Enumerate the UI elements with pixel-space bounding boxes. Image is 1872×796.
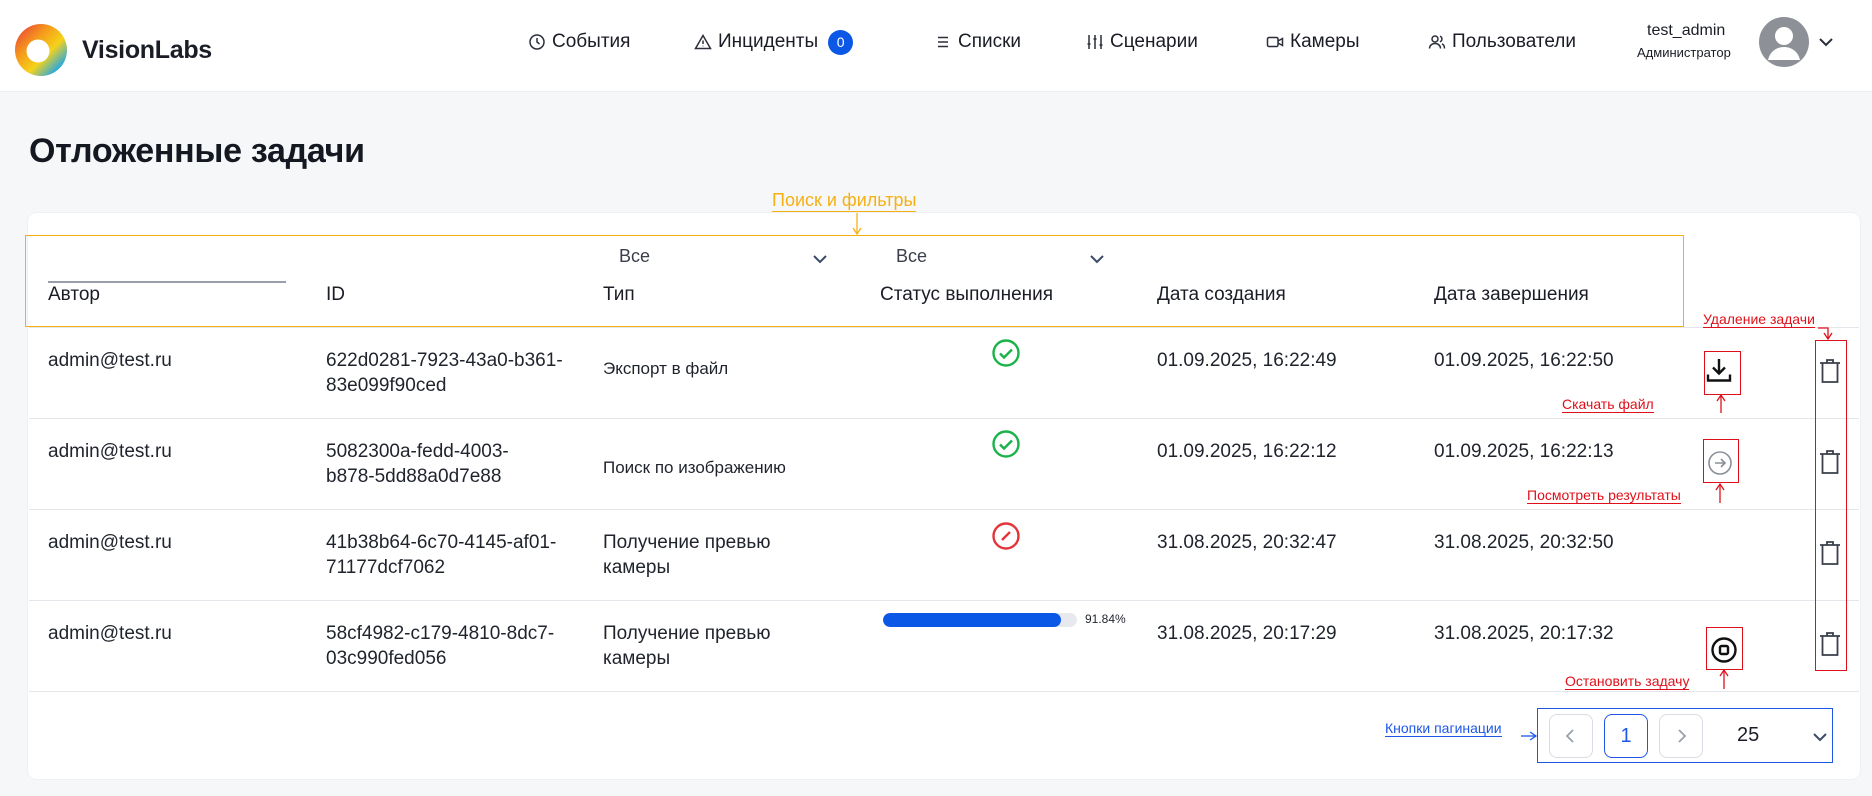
created-cell: 01.09.2025, 16:22:12: [1157, 441, 1337, 462]
finished-cell: 01.09.2025, 16:22:13: [1434, 441, 1614, 462]
clock-icon: [529, 34, 545, 50]
row-divider: [29, 691, 1859, 692]
created-cell: 31.08.2025, 20:32:47: [1157, 532, 1337, 553]
nav-cameras[interactable]: Камеры: [1266, 30, 1360, 54]
visionlabs-logo[interactable]: [14, 23, 68, 77]
top-bar: VisionLabs События Инциденты 0 Списки Сц…: [0, 0, 1872, 92]
user-name[interactable]: test_admin: [1647, 22, 1725, 40]
nav-users[interactable]: Пользователи: [1428, 30, 1576, 54]
nav-scenarios-label: Сценарии: [1110, 31, 1198, 52]
id-cell-line2: b878-5dd88a0d7e88: [326, 466, 502, 487]
list-icon: [938, 36, 948, 48]
nav-events-label: События: [552, 31, 631, 52]
type-cell: Экспорт в файл: [603, 359, 729, 378]
created-cell: 31.08.2025, 20:17:29: [1157, 623, 1337, 644]
sliders-icon: [1087, 35, 1103, 49]
author-cell: admin@test.ru: [48, 532, 172, 553]
nav-events[interactable]: События: [528, 30, 630, 54]
type-cell-line2: камеры: [603, 648, 671, 669]
id-cell-line1: 5082300a-fedd-4003-: [326, 441, 509, 462]
download-annotation-box: [1704, 351, 1741, 395]
users-icon: [1428, 35, 1446, 49]
type-cell-line1: Получение превью: [603, 623, 771, 644]
delete-annotation-box: [1815, 340, 1847, 671]
video-icon: [1266, 36, 1284, 48]
chevron-down-icon[interactable]: [1817, 33, 1835, 51]
filters-annotation-box: [25, 235, 1684, 327]
nav-lists-label: Списки: [958, 31, 1022, 52]
id-cell-line1: 41b38b64-6c70-4145-af01-: [326, 532, 557, 553]
type-cell: Поиск по изображению: [603, 458, 786, 477]
author-cell: admin@test.ru: [48, 623, 172, 644]
stop-annotation-box: [1706, 627, 1743, 670]
author-cell: admin@test.ru: [48, 441, 172, 462]
download-annotation-label: Скачать файл: [1562, 396, 1654, 413]
id-cell-line2: 83e099f90ced: [326, 375, 447, 396]
page-title: Отложенные задачи: [29, 132, 365, 170]
success-check-icon: [992, 430, 1020, 458]
row-divider: [29, 509, 1859, 510]
created-cell: 01.09.2025, 16:22:49: [1157, 350, 1337, 371]
nav-cameras-label: Камеры: [1290, 31, 1360, 52]
header-divider: [29, 327, 1859, 328]
type-cell-line2: камеры: [603, 557, 671, 578]
type-cell-line1: Получение превью: [603, 532, 771, 553]
id-cell-line2: 71177dcf7062: [326, 557, 446, 578]
author-cell: admin@test.ru: [48, 350, 172, 371]
finished-cell: 01.09.2025, 16:22:50: [1434, 350, 1614, 371]
task-progress-bar: [883, 613, 1077, 627]
finished-cell: 31.08.2025, 20:32:50: [1434, 532, 1614, 553]
avatar[interactable]: [1759, 17, 1809, 67]
nav-lists[interactable]: Списки: [934, 30, 1021, 54]
nav-incidents-label: Инциденты: [718, 31, 819, 52]
id-cell-line2: 03c990fed056: [326, 648, 447, 669]
row-divider: [29, 600, 1859, 601]
nav-scenarios[interactable]: Сценарии: [1086, 30, 1198, 54]
nav-users-label: Пользователи: [1452, 31, 1577, 52]
nav-incidents[interactable]: Инциденты 0: [694, 29, 854, 55]
finished-cell: 31.08.2025, 20:17:32: [1434, 623, 1614, 644]
row-divider: [29, 418, 1859, 419]
stop-annotation-label: Остановить задачу: [1565, 673, 1690, 690]
pagination-annotation-box: [1537, 708, 1833, 763]
brand-name: VisionLabs: [82, 36, 212, 64]
user-role: Администратор: [1637, 45, 1731, 60]
failed-status-icon: [992, 522, 1020, 550]
id-cell-line1: 58cf4982-c179-4810-8dc7-: [326, 623, 555, 644]
view-annotation-label: Посмотреть результаты: [1527, 487, 1681, 504]
filters-annotation-label: Поиск и фильтры: [772, 190, 917, 212]
task-progress-label: 91.84%: [1085, 612, 1126, 626]
id-cell-line1: 622d0281-7923-43a0-b361-: [326, 350, 563, 371]
pagination-annotation-label: Кнопки пагинации: [1385, 720, 1502, 737]
incidents-count-badge: 0: [828, 29, 854, 55]
view-annotation-box: [1703, 439, 1739, 483]
user-avatar-icon: [1768, 27, 1800, 60]
task-progress-fill: [883, 613, 1062, 627]
warning-icon: [694, 33, 712, 50]
delete-annotation-label: Удаление задачи: [1703, 311, 1815, 328]
success-check-icon: [992, 339, 1020, 367]
